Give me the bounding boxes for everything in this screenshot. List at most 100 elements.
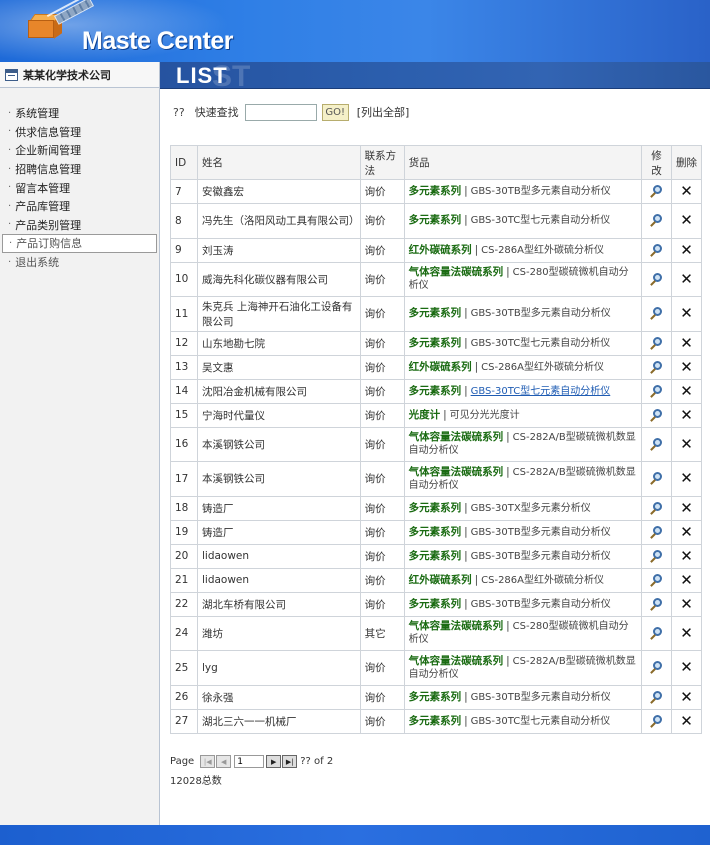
- delete-icon[interactable]: ✕: [680, 359, 693, 374]
- goods-category: 气体容量法碳硫系列: [408, 620, 504, 633]
- cell-goods: 多元素系列 | GBS-30TC型七元素自动分析仪: [403, 203, 643, 239]
- sidebar-item[interactable]: · 企业新闻管理: [2, 141, 157, 160]
- delete-icon[interactable]: ✕: [680, 572, 693, 587]
- edit-magnifier-icon[interactable]: [650, 525, 663, 539]
- delete-icon[interactable]: ✕: [680, 548, 693, 563]
- prev-page-button[interactable]: ◀: [216, 755, 232, 768]
- cell-id: 7: [170, 179, 198, 204]
- page-of-text: ?? of 2: [300, 756, 334, 767]
- sidebar-item[interactable]: · 退出系统: [2, 253, 157, 272]
- list-all-link[interactable]: [列出全部]: [357, 104, 410, 120]
- table-row: 27 湖北三六一一机械厂 询价 多元素系列 | GBS-30TC型七元素自动分析仪 ✕: [170, 708, 703, 734]
- edit-magnifier-icon[interactable]: [650, 549, 663, 563]
- table-row: 13 吴文惠 询价 红外碳硫系列 | CS-286A型红外碳硫分析仪 ✕: [170, 354, 703, 380]
- delete-icon[interactable]: ✕: [680, 184, 693, 199]
- edit-magnifier-icon[interactable]: [650, 214, 663, 228]
- sidebar-item[interactable]: · 供求信息管理: [2, 123, 157, 142]
- last-page-button[interactable]: ▶|: [282, 755, 298, 768]
- edit-magnifier-icon[interactable]: [650, 185, 663, 198]
- edit-magnifier-icon[interactable]: [650, 408, 663, 422]
- delete-icon[interactable]: ✕: [680, 471, 693, 486]
- cell-contact: 询价: [359, 330, 405, 356]
- cell-delete: ✕: [670, 354, 703, 380]
- cell-goods: 红外碳硫系列 | CS-286A型红外碳硫分析仪: [403, 567, 643, 593]
- sidebar-item-label: 退出系统: [15, 256, 60, 270]
- goods-product: GBS-30TC型七元素自动分析仪: [470, 215, 611, 227]
- sidebar-item[interactable]: · 产品库管理: [2, 197, 157, 216]
- delete-icon[interactable]: ✕: [680, 407, 693, 422]
- delete-icon[interactable]: ✕: [680, 689, 693, 704]
- cell-name: 刘玉涛: [196, 237, 361, 263]
- edit-magnifier-icon[interactable]: [650, 690, 663, 704]
- cell-contact: 询价: [359, 179, 405, 204]
- edit-magnifier-icon[interactable]: [650, 597, 663, 611]
- table-row: 26 徐永强 询价 多元素系列 | GBS-30TB型多元素自动分析仪 ✕: [170, 684, 703, 710]
- edit-magnifier-icon[interactable]: [650, 307, 663, 321]
- cell-delete: ✕: [670, 567, 703, 593]
- sidebar-item[interactable]: · 产品订购信息: [2, 234, 157, 253]
- edit-magnifier-icon[interactable]: [650, 714, 663, 728]
- brand-title: Maste Center: [82, 27, 234, 55]
- cell-id: 17: [170, 461, 198, 497]
- edit-magnifier-icon[interactable]: [650, 243, 663, 257]
- edit-magnifier-icon[interactable]: [650, 501, 663, 515]
- goods-separator: |: [506, 465, 510, 478]
- delete-icon[interactable]: ✕: [680, 306, 693, 321]
- table-row: 15 宁海时代量仪 询价 光度计 | 可见分光光度计 ✕: [170, 402, 703, 428]
- first-page-button[interactable]: |◀: [200, 755, 216, 768]
- cell-id: 9: [170, 237, 198, 263]
- delete-icon[interactable]: ✕: [680, 524, 693, 539]
- search-input[interactable]: [244, 103, 317, 121]
- cell-id: 16: [170, 426, 198, 462]
- delete-icon[interactable]: ✕: [680, 242, 693, 257]
- edit-magnifier-icon[interactable]: [650, 272, 663, 286]
- cell-id: 25: [170, 650, 198, 686]
- cell-contact: 询价: [359, 203, 405, 239]
- page-number-input[interactable]: [234, 755, 265, 768]
- delete-icon[interactable]: ✕: [680, 213, 693, 228]
- goods-separator: |: [474, 360, 479, 373]
- delete-icon[interactable]: ✕: [680, 383, 693, 398]
- go-button[interactable]: GO!: [321, 103, 349, 121]
- cell-name: 潍坊: [196, 615, 361, 651]
- goods-product-link[interactable]: GBS-30TC型七元素自动分析仪: [471, 386, 611, 397]
- goods-separator: |: [464, 185, 468, 197]
- total-count: 12028总数: [170, 776, 222, 787]
- delete-icon[interactable]: ✕: [680, 625, 693, 640]
- col-name: 姓名: [196, 145, 361, 180]
- delete-icon[interactable]: ✕: [680, 596, 693, 611]
- sidebar-item[interactable]: · 招聘信息管理: [2, 160, 157, 179]
- sidebar-item[interactable]: · 系统管理: [2, 104, 157, 123]
- edit-magnifier-icon[interactable]: [650, 384, 663, 398]
- delete-icon[interactable]: ✕: [680, 713, 693, 728]
- edit-magnifier-icon[interactable]: [650, 437, 663, 451]
- cell-name: lidaowen: [196, 567, 361, 593]
- cell-goods: 多元素系列 | GBS-30TB型多元素自动分析仪: [403, 296, 643, 332]
- calendar-icon: [5, 68, 18, 81]
- goods-category: 多元素系列: [408, 384, 462, 397]
- edit-magnifier-icon[interactable]: [650, 360, 663, 374]
- delete-icon[interactable]: ✕: [680, 335, 693, 350]
- cell-delete: ✕: [670, 615, 703, 651]
- sidebar-item[interactable]: · 产品类别管理: [2, 216, 157, 235]
- goods-product: GBS-30TB型多元素自动分析仪: [470, 186, 611, 197]
- table-row: 7 安徽鑫宏 询价 多元素系列 | GBS-30TB型多元素自动分析仪 ✕: [170, 179, 703, 204]
- next-page-button[interactable]: ▶: [266, 755, 282, 768]
- cell-id: 18: [170, 495, 198, 521]
- delete-icon[interactable]: ✕: [680, 271, 693, 286]
- cell-name: 铸造厂: [196, 519, 361, 545]
- edit-magnifier-icon[interactable]: [650, 661, 663, 675]
- goods-category: 红外碳硫系列: [408, 360, 472, 373]
- edit-magnifier-icon[interactable]: [650, 573, 663, 587]
- cell-edit: [641, 650, 672, 686]
- delete-icon[interactable]: ✕: [680, 436, 693, 451]
- delete-icon[interactable]: ✕: [680, 660, 693, 675]
- sidebar-item[interactable]: · 留言本管理: [2, 178, 157, 197]
- cell-name: 冯先生（洛阳风动工具有限公司）: [196, 203, 361, 239]
- delete-icon[interactable]: ✕: [680, 500, 693, 515]
- cell-contact: 询价: [359, 495, 405, 521]
- edit-magnifier-icon[interactable]: [650, 336, 663, 350]
- goods-category: 光度计: [408, 408, 441, 421]
- edit-magnifier-icon[interactable]: [650, 626, 663, 640]
- edit-magnifier-icon[interactable]: [650, 472, 663, 486]
